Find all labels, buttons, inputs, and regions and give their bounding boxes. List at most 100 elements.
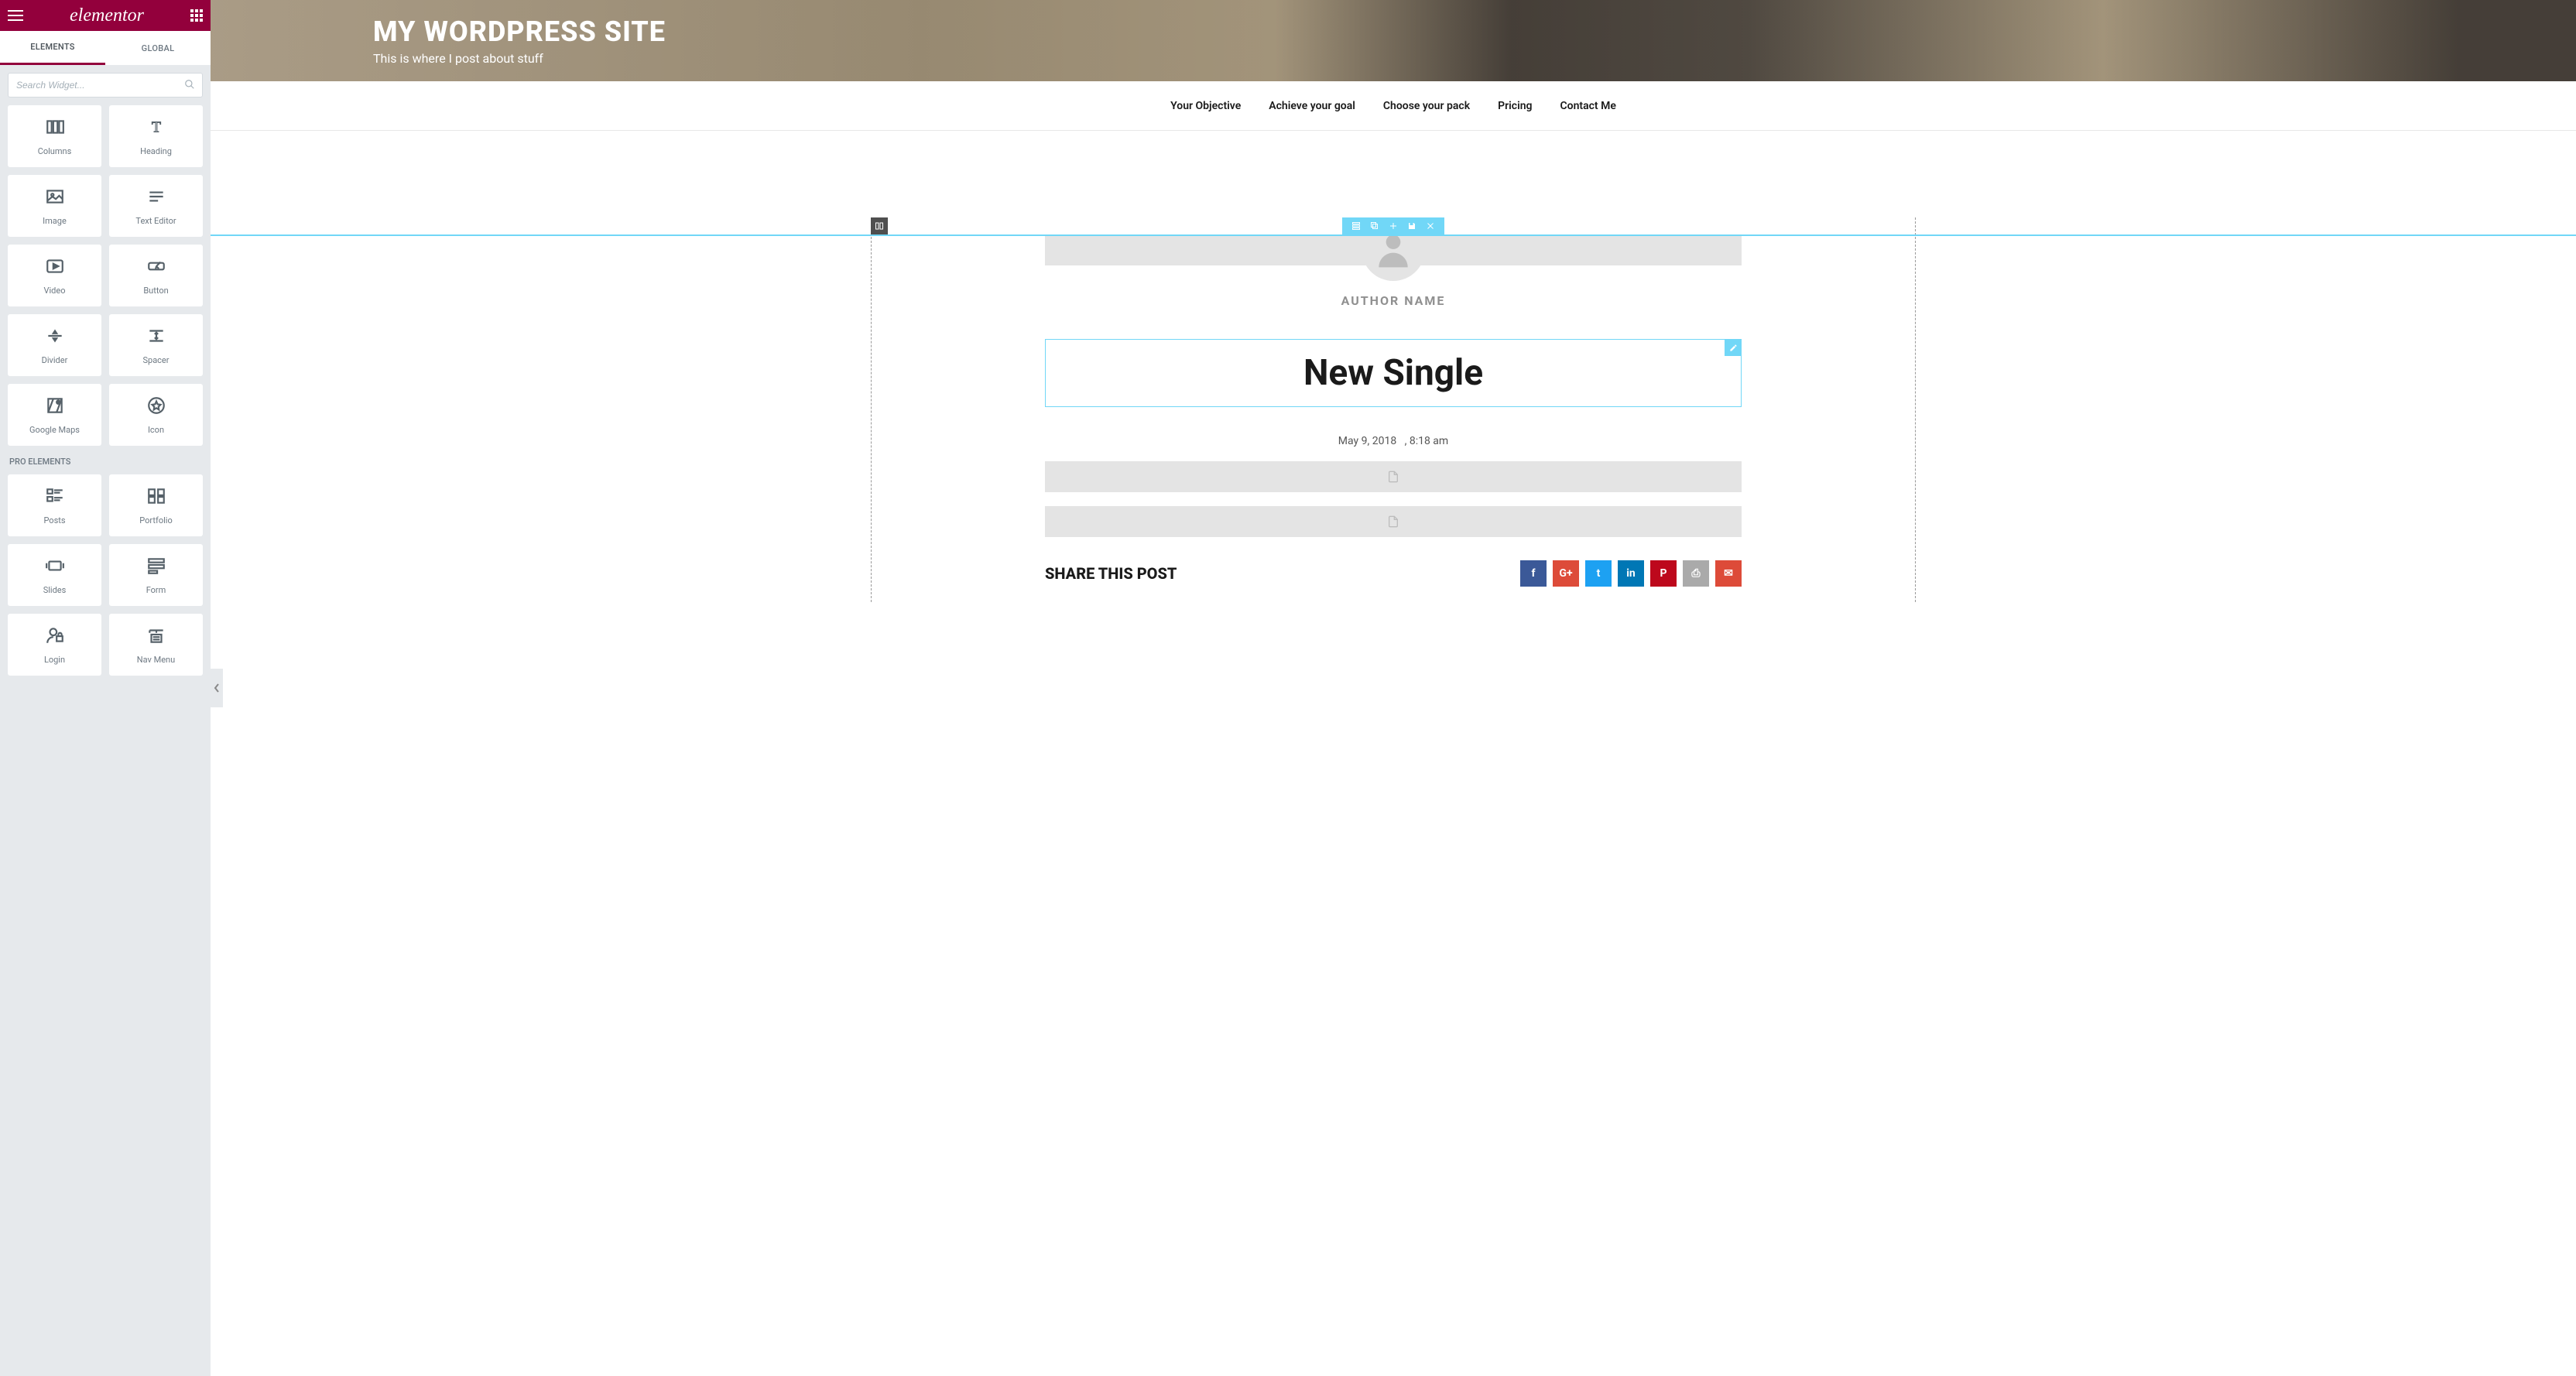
widget-spacer[interactable]: Spacer (109, 314, 203, 376)
share-facebook-button[interactable]: f (1520, 560, 1547, 587)
tab-elements[interactable]: ELEMENTS (0, 31, 105, 65)
columns-icon (45, 117, 65, 137)
hamburger-menu-icon[interactable] (8, 10, 23, 21)
content-placeholder-1 (1045, 461, 1742, 492)
content-placeholder-2 (1045, 506, 1742, 537)
widget-posts[interactable]: Posts (8, 474, 101, 536)
widget-icon[interactable]: Icon (109, 384, 203, 446)
section-column: AUTHOR NAME New Single May 9, 2018 , 8:1… (944, 217, 1842, 602)
search-widget-input[interactable] (8, 73, 203, 98)
share-twitter-button[interactable]: t (1585, 560, 1612, 587)
post-time: 8:18 am (1410, 435, 1448, 447)
button-icon (146, 256, 166, 276)
apps-grid-icon[interactable] (190, 9, 203, 22)
widgets-panel: Columns T Heading Image Text Editor Video Butt… (0, 105, 211, 1376)
widget-login[interactable]: Login (8, 614, 101, 676)
search-icon (184, 79, 195, 93)
heading-icon: T (146, 117, 166, 137)
icon-icon (146, 395, 166, 416)
nav-item-contact[interactable]: Contact Me (1560, 100, 1616, 112)
widget-label: Login (44, 655, 65, 665)
widget-nav-menu[interactable]: Nav Menu (109, 614, 203, 676)
sidebar-tabs: ELEMENTS GLOBAL (0, 31, 211, 65)
widget-label: Portfolio (139, 515, 172, 525)
nav-item-objective[interactable]: Your Objective (1170, 100, 1241, 112)
widget-image[interactable]: Image (8, 175, 101, 237)
nav-menu-icon (146, 625, 166, 645)
slides-icon (45, 556, 65, 576)
widget-heading[interactable]: T Heading (109, 105, 203, 167)
widget-columns[interactable]: Columns (8, 105, 101, 167)
post-date: May 9, 2018 (1338, 435, 1396, 447)
post-title-widget[interactable]: New Single (1045, 339, 1742, 407)
video-icon (45, 256, 65, 276)
nav-item-pricing[interactable]: Pricing (1498, 100, 1532, 112)
section-toolbar (1342, 217, 1444, 234)
widget-label: Heading (140, 146, 172, 156)
login-icon (45, 625, 65, 645)
section-duplicate-icon[interactable] (1370, 221, 1379, 231)
divider-icon (45, 326, 65, 346)
section-settings-icon[interactable] (1351, 221, 1361, 231)
nav-item-pack[interactable]: Choose your pack (1383, 100, 1470, 112)
section-add-icon[interactable] (1389, 221, 1398, 231)
widget-label: Button (143, 286, 168, 296)
widget-label: Columns (38, 146, 72, 156)
site-title: MY WORDPRESS SITE (373, 15, 2576, 48)
portfolio-icon (146, 486, 166, 506)
share-google-plus-button[interactable]: G+ (1553, 560, 1579, 587)
editor-section: AUTHOR NAME New Single May 9, 2018 , 8:1… (211, 217, 2576, 602)
widget-label: Nav Menu (137, 655, 175, 665)
text-editor-icon (146, 187, 166, 207)
widget-label: Video (44, 286, 66, 296)
share-row: SHARE THIS POST fG+tinP⎙✉ (1045, 560, 1742, 587)
section-delete-icon[interactable] (1426, 221, 1435, 231)
widget-google-maps[interactable]: Google Maps (8, 384, 101, 446)
column-settings-icon[interactable] (871, 217, 888, 234)
widget-label: Form (146, 585, 166, 595)
form-icon (146, 556, 166, 576)
tab-global[interactable]: GLOBAL (105, 31, 211, 65)
posts-icon (45, 486, 65, 506)
edit-widget-icon[interactable] (1725, 339, 1742, 356)
elementor-logo: elementor (70, 5, 144, 26)
post-title: New Single (1046, 352, 1741, 394)
widget-label: Google Maps (29, 425, 80, 435)
spacer-icon (146, 326, 166, 346)
share-email-button[interactable]: ✉ (1715, 560, 1742, 587)
widget-label: Icon (148, 425, 164, 435)
widget-portfolio[interactable]: Portfolio (109, 474, 203, 536)
widget-divider[interactable]: Divider (8, 314, 101, 376)
share-heading: SHARE THIS POST (1045, 564, 1177, 583)
site-navbar: Your Objective Achieve your goal Choose … (211, 81, 2576, 131)
share-print-button[interactable]: ⎙ (1683, 560, 1709, 587)
post-meta: May 9, 2018 , 8:18 am (1045, 435, 1742, 447)
widget-text-editor[interactable]: Text Editor (109, 175, 203, 237)
widget-slides[interactable]: Slides (8, 544, 101, 606)
sidebar-header: elementor (0, 0, 211, 31)
author-name: AUTHOR NAME (1045, 293, 1742, 308)
widget-form[interactable]: Form (109, 544, 203, 606)
nav-item-achieve[interactable]: Achieve your goal (1269, 100, 1355, 112)
preview-canvas: MY WORDPRESS SITE This is where I post a… (211, 0, 2576, 1376)
svg-text:T: T (152, 119, 161, 135)
site-tagline: This is where I post about stuff (373, 51, 2576, 66)
elementor-sidebar: elementor ELEMENTS GLOBAL Columns T Headin… (0, 0, 211, 1376)
site-hero: MY WORDPRESS SITE This is where I post a… (211, 0, 2576, 81)
google-maps-icon (45, 395, 65, 416)
widget-label: Posts (43, 515, 65, 525)
widget-label: Divider (42, 355, 68, 365)
widget-label: Image (43, 216, 67, 226)
widget-video[interactable]: Video (8, 245, 101, 306)
collapse-sidebar-handle[interactable] (211, 669, 223, 707)
share-linkedin-button[interactable]: in (1618, 560, 1644, 587)
share-pinterest-button[interactable]: P (1650, 560, 1677, 587)
search-widget-box (0, 65, 211, 105)
pro-elements-heading: PRO ELEMENTS (8, 446, 203, 474)
widget-label: Spacer (142, 355, 169, 365)
widget-label: Text Editor (135, 216, 176, 226)
image-icon (45, 187, 65, 207)
widget-label: Slides (43, 585, 67, 595)
section-save-icon[interactable] (1407, 221, 1416, 231)
widget-button[interactable]: Button (109, 245, 203, 306)
